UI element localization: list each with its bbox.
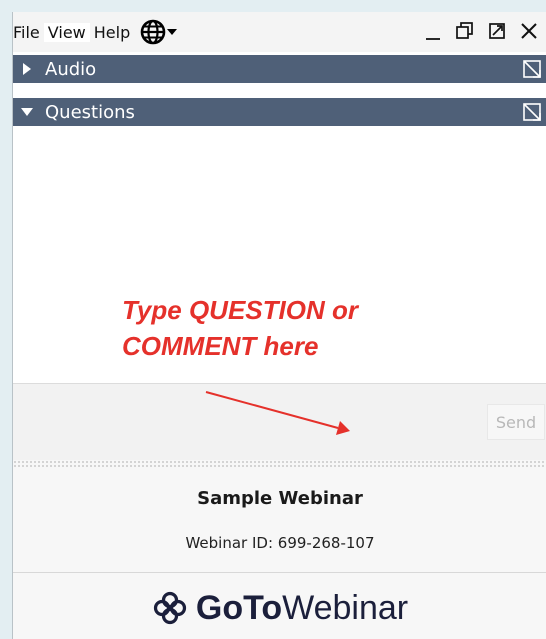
logo-light: Webinar — [282, 588, 409, 627]
annotation-callout: Type QUESTION or COMMENT here — [122, 292, 452, 364]
window-controls — [423, 20, 539, 42]
gotowebinar-logo: GoToWebinar — [13, 586, 546, 630]
popout-icon[interactable] — [487, 20, 507, 42]
webinar-id: Webinar ID: 699-268-107 — [185, 534, 375, 552]
resize-grip[interactable] — [13, 460, 546, 468]
globe-icon — [140, 19, 166, 45]
logo-wordmark: GoToWebinar — [196, 589, 408, 628]
menu-bar: File View Help — [13, 12, 546, 52]
question-input-area: Send — [13, 384, 546, 462]
annotation-line-1: Type QUESTION or — [122, 295, 358, 325]
gotowebinar-logo-icon — [153, 591, 186, 625]
close-icon[interactable] — [519, 20, 539, 42]
annotation-line-2: COMMENT here — [122, 331, 319, 361]
menu-view[interactable]: View — [43, 22, 90, 42]
questions-section-header[interactable]: Questions — [13, 98, 546, 126]
audio-section-header[interactable]: Audio — [13, 55, 546, 83]
popout-icon[interactable] — [523, 60, 541, 78]
menu-help[interactable]: Help — [90, 23, 134, 42]
send-button[interactable]: Send — [487, 404, 545, 440]
popout-icon[interactable] — [523, 103, 541, 121]
expand-triangle-icon — [21, 63, 33, 75]
restore-icon[interactable] — [455, 20, 475, 42]
menu-file[interactable]: File — [13, 23, 44, 42]
language-menu[interactable] — [140, 19, 178, 45]
divider — [13, 572, 546, 573]
collapse-triangle-icon — [21, 106, 33, 118]
chevron-down-icon — [167, 29, 178, 35]
minimize-icon[interactable] — [423, 20, 443, 42]
questions-section-label: Questions — [45, 101, 135, 123]
audio-section-label: Audio — [45, 58, 97, 80]
webinar-info: Sample Webinar Webinar ID: 699-268-107 G… — [13, 468, 546, 639]
webinar-title: Sample Webinar — [197, 488, 363, 509]
logo-bold: GoTo — [195, 588, 283, 627]
question-input[interactable] — [13, 384, 479, 462]
